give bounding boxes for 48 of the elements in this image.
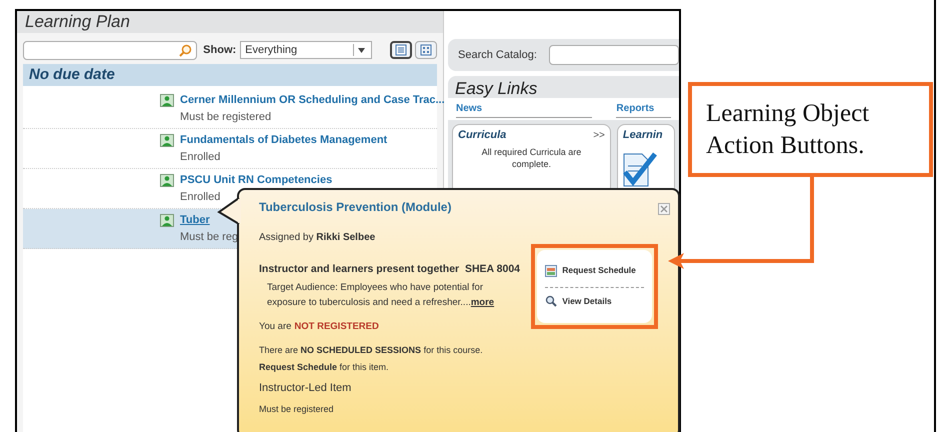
target-audience: Target Audience: Employees who have potential for exposure to tuberculosis and need a refresher....more (266, 280, 496, 310)
show-dropdown[interactable]: Everything (240, 41, 372, 59)
registration-label: You are (259, 320, 292, 334)
search-icon (545, 295, 558, 307)
course-icon (160, 174, 174, 187)
catalog-search-field[interactable] (548, 45, 679, 65)
callout-text: Learning Object Action Buttons. (706, 98, 870, 160)
course-link[interactable]: PSCU Unit RN Competencies (180, 172, 332, 189)
course-status: Enrolled (180, 190, 220, 206)
show-label: Show: (203, 42, 236, 58)
list-view-button[interactable] (390, 41, 412, 59)
search-icon[interactable] (179, 44, 192, 56)
close-button[interactable] (658, 203, 670, 215)
catalog-label: Search Catalog: (458, 48, 537, 63)
search-field[interactable] (23, 40, 198, 60)
list-view-icon (395, 44, 407, 56)
more-link[interactable]: more (470, 296, 494, 308)
request-text: Request Schedule for this item. (259, 360, 390, 374)
item-type: Instructor-Led Item (259, 381, 352, 396)
course-link[interactable]: Fundamentals of Diabetes Management (180, 132, 388, 149)
action-button[interactable]: View Details (545, 292, 644, 310)
card-text: All required Curricula are complete. (480, 146, 582, 170)
panel-title: Learning Plan (25, 11, 130, 34)
course-icon (160, 134, 174, 147)
course-icon (160, 214, 174, 227)
grid-view-icon (420, 44, 432, 56)
grid-view-button[interactable] (415, 41, 437, 59)
course-status: Enrolled (180, 150, 220, 166)
easy-links-tab[interactable]: News (456, 100, 592, 118)
easy-links-tab[interactable]: Reports (616, 100, 671, 118)
course-link[interactable]: Tuber (180, 212, 210, 229)
delivery-type: Instructor and learners present together SHEA 8004 (259, 262, 522, 277)
learning-item-row[interactable]: Fundamentals of Diabetes Management Enrolled (23, 129, 437, 169)
action-button[interactable]: Request Schedule (545, 262, 644, 288)
calendar-icon (545, 264, 558, 276)
sessions-text: There are NO SCHEDULED SESSIONS for this course. (259, 344, 484, 357)
assigned-by: Assigned by Rikki Selbee (259, 231, 376, 245)
card-title: Learnin (622, 128, 663, 143)
more-link[interactable]: >> (593, 128, 605, 143)
course-link[interactable]: Cerner Millennium OR Scheduling and Case Trac... (180, 92, 445, 109)
item-status: Must be registered (259, 402, 335, 416)
caret-icon (358, 48, 365, 52)
course-status: Must be registered (180, 110, 272, 126)
registration-status: NOT REGISTERED (294, 320, 379, 334)
card-title: Curricula (458, 128, 506, 143)
course-icon (160, 94, 174, 107)
group-title: No due date (29, 64, 115, 85)
easy-links-title: Easy Links (454, 78, 538, 98)
